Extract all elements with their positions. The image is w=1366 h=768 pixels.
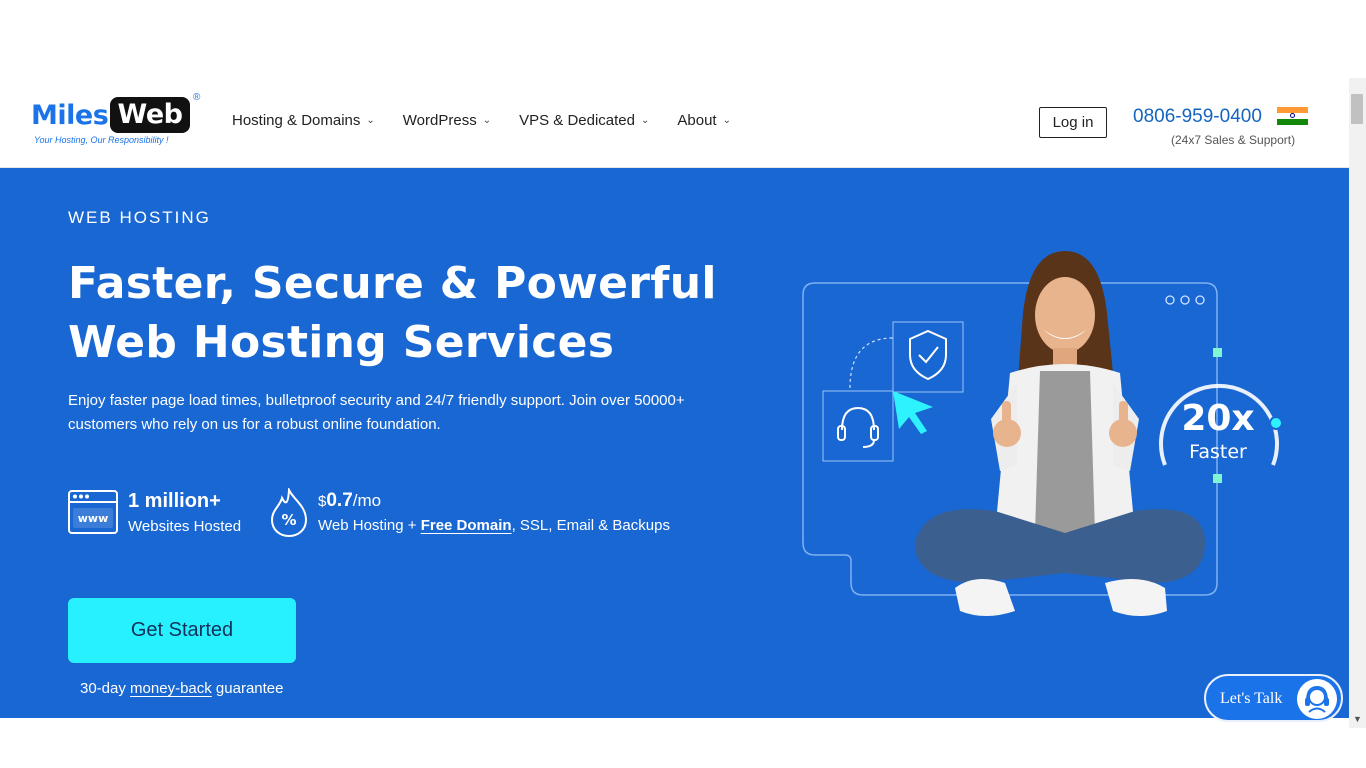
speed-label: Faster [1189, 441, 1247, 463]
headset-icon [841, 406, 875, 431]
svg-text:%: % [281, 511, 296, 529]
speed-value: 20x [1181, 398, 1254, 439]
india-flag-icon [1277, 107, 1308, 125]
scroll-down-arrow-icon[interactable]: ▼ [1353, 714, 1362, 724]
shield-selection-box [892, 321, 964, 393]
top-blank-area [0, 0, 1366, 78]
shield-check-icon [909, 329, 947, 381]
money-back-link[interactable]: money-back [130, 680, 212, 697]
logo-miles-text: Miles [31, 100, 109, 131]
nav-wordpress[interactable]: WordPress ⌄ [403, 112, 491, 129]
window-dot-icon [1165, 295, 1175, 305]
price-caption: Web Hosting + Free Domain, SSL, Email & … [318, 517, 670, 534]
svg-text:www: www [78, 512, 109, 525]
phone-number[interactable]: 0806-959-0400 [1133, 106, 1262, 128]
chevron-down-icon: ⌄ [722, 115, 731, 126]
caption-post: , SSL, Email & Backups [511, 517, 670, 534]
chevron-down-icon: ⌄ [482, 115, 492, 126]
nav-label: Hosting & Domains [232, 112, 361, 129]
price-value: 0.7 [326, 490, 353, 511]
scrollbar-thumb[interactable] [1351, 94, 1363, 124]
nav-label: VPS & Dedicated [519, 112, 635, 129]
free-domain-link[interactable]: Free Domain [421, 517, 512, 534]
main-nav: Hosting & Domains ⌄ WordPress ⌄ VPS & De… [232, 112, 759, 129]
stat-caption: Websites Hosted [128, 518, 242, 535]
support-hours: (24x7 Sales & Support) [1171, 133, 1296, 147]
nav-hosting-domains[interactable]: Hosting & Domains ⌄ [232, 112, 375, 129]
stat-value: 1 million+ [128, 490, 221, 512]
nav-label: WordPress [402, 112, 477, 129]
chat-label: Let's Talk [1220, 690, 1283, 707]
price-unit: /mo [352, 491, 382, 510]
logo-tagline: Your Hosting, Our Responsibility ! [34, 135, 169, 145]
money-back-guarantee: 30-day money-back guarantee [80, 680, 283, 697]
page-scrollbar[interactable]: ▼ [1349, 78, 1366, 728]
hero-section: WEB HOSTING Faster, Secure & Powerful We… [0, 168, 1349, 718]
chevron-down-icon: ⌄ [641, 115, 650, 126]
cursor-arrow-icon [893, 391, 933, 434]
get-started-button[interactable]: Get Started [68, 598, 296, 663]
registered-mark: ® [193, 92, 201, 103]
support-headset-icon [1297, 679, 1337, 719]
window-dot-icon [1195, 295, 1205, 305]
headset-selection-box [822, 390, 894, 462]
nav-label: About [677, 112, 717, 129]
nav-vps-dedicated[interactable]: VPS & Dedicated ⌄ [519, 112, 649, 129]
guarantee-pre: 30-day [80, 680, 131, 697]
hero-lead: Enjoy faster page load times, bulletproo… [68, 392, 685, 433]
nav-about[interactable]: About ⌄ [677, 112, 731, 129]
gauge-marker [1213, 474, 1222, 483]
hero-eyebrow: WEB HOSTING [68, 208, 211, 227]
mileseb-logo[interactable]: Miles Web ® Your Hosting, Our Responsibi… [31, 92, 207, 148]
logo-web-text: Web [110, 97, 190, 133]
window-dot-icon [1180, 295, 1190, 305]
site-header: Miles Web ® Your Hosting, Our Responsibi… [0, 78, 1349, 168]
browser-www-icon: www [68, 490, 118, 534]
headline-line-2: Web Hosting Services [68, 317, 615, 368]
caption-pre: Web Hosting + [318, 517, 421, 534]
headline-line-1: Faster, Secure & Powerful [68, 258, 717, 309]
discount-flame-icon: % [270, 488, 308, 538]
gauge-marker [1213, 348, 1222, 357]
guarantee-post: guarantee [211, 680, 284, 697]
chevron-down-icon: ⌄ [366, 115, 375, 126]
hero-illustration: 20x Faster [802, 251, 1283, 616]
login-button[interactable]: Log in [1039, 107, 1107, 138]
lets-talk-chat-button[interactable]: Let's Talk [1204, 674, 1343, 722]
hero-headline: Faster, Secure & Powerful Web Hosting Se… [68, 254, 717, 372]
